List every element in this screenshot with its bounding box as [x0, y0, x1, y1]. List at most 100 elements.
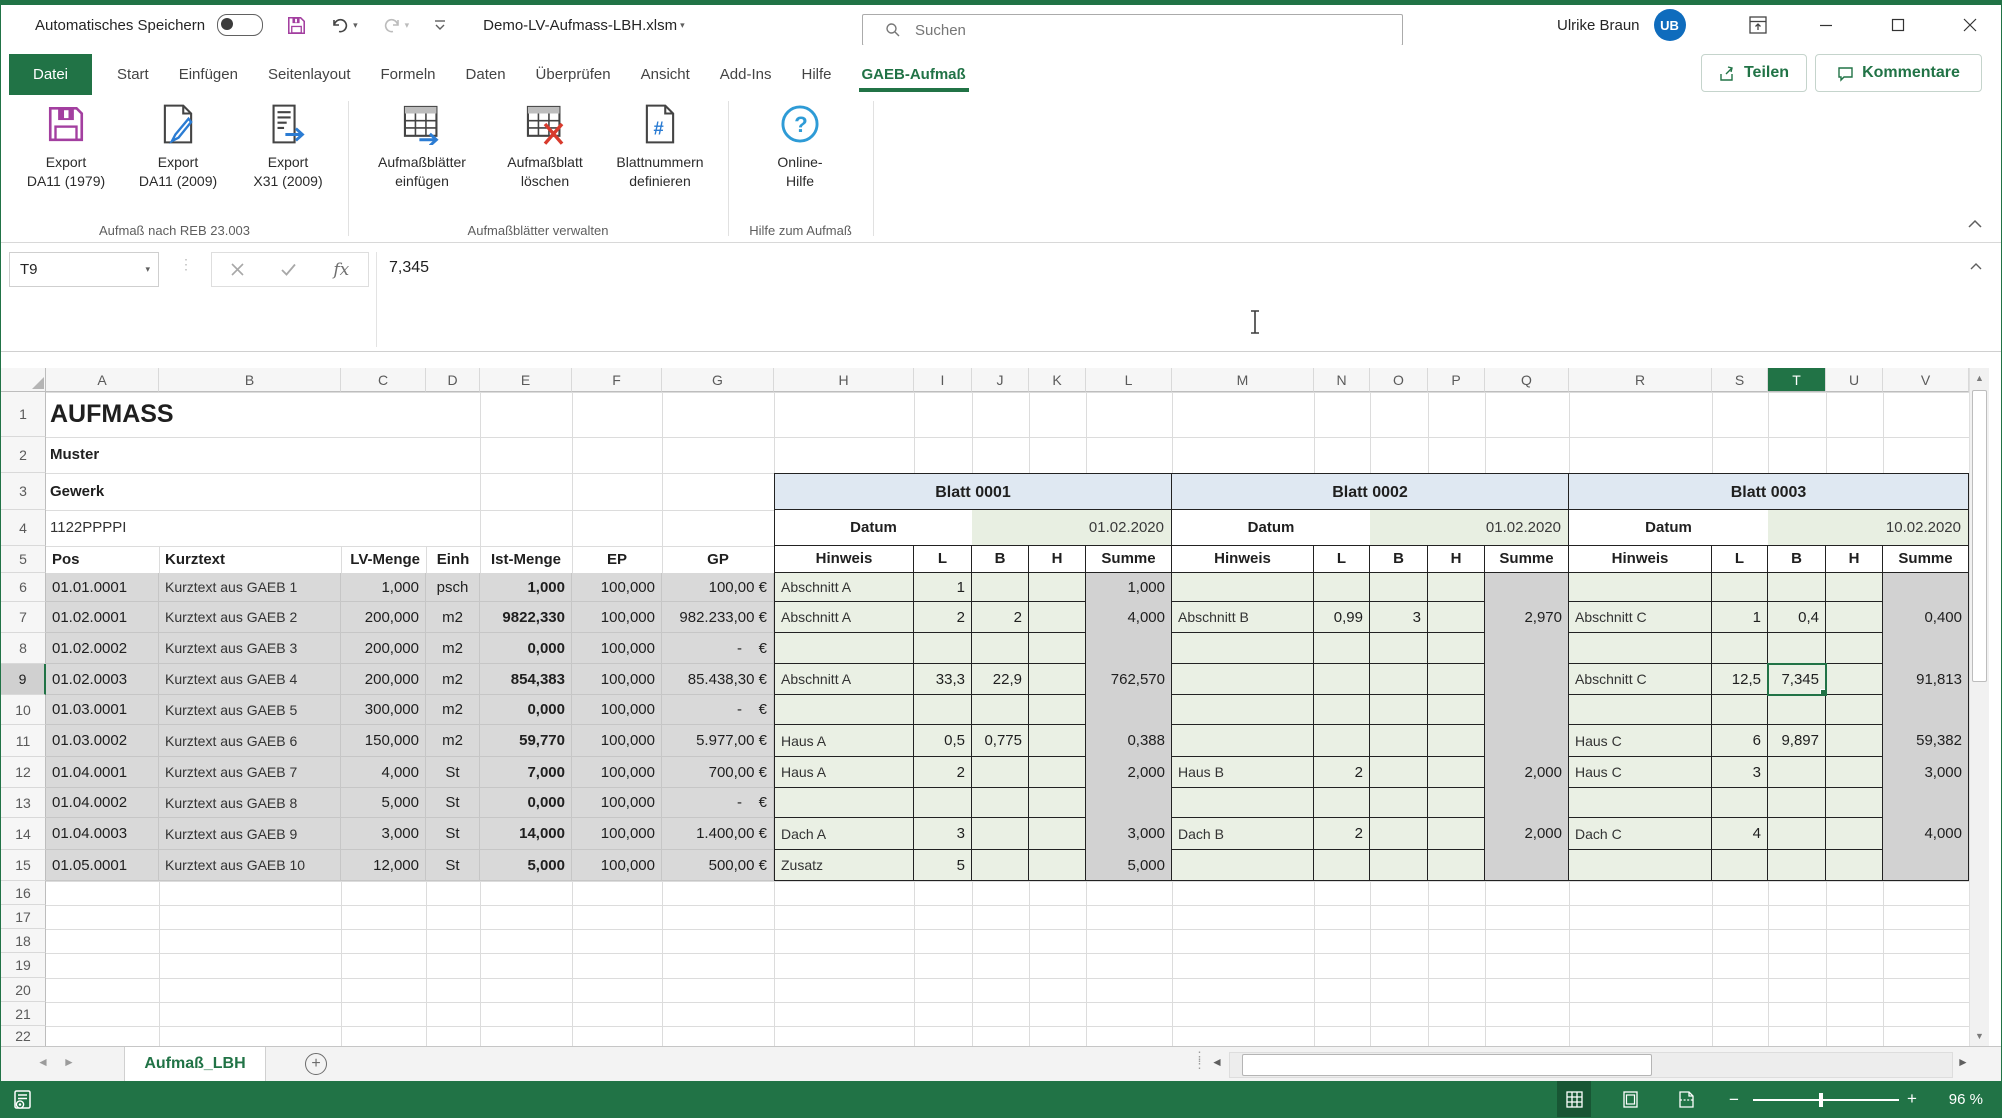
row-header-16[interactable]: 16 [1, 881, 46, 905]
cell-O11[interactable] [1370, 725, 1428, 757]
cell-R7[interactable]: Abschnitt C [1569, 602, 1712, 633]
cell-A5[interactable]: Pos [46, 546, 159, 573]
cell-V14[interactable]: 4,000 [1883, 818, 1969, 850]
autosave-toggle[interactable] [217, 14, 263, 36]
cell-T12[interactable] [1768, 757, 1826, 788]
cell-P7[interactable] [1428, 602, 1485, 633]
cell-N11[interactable] [1314, 725, 1370, 757]
cell-Q12[interactable]: 2,000 [1485, 757, 1569, 788]
cell-T15[interactable] [1768, 850, 1826, 881]
close-button[interactable] [1941, 5, 1999, 45]
cell-S12[interactable]: 3 [1712, 757, 1768, 788]
cell-G8[interactable]: - € [662, 633, 774, 664]
cell-F15[interactable]: 100,000 [572, 850, 662, 881]
col-header-N[interactable]: N [1314, 368, 1370, 392]
search-input[interactable]: Suchen [862, 14, 1403, 46]
cell-T13[interactable] [1768, 788, 1826, 818]
cell-L14[interactable]: 3,000 [1086, 818, 1172, 850]
cell-J14[interactable] [972, 818, 1029, 850]
col-header-P[interactable]: P [1428, 368, 1485, 392]
export-x31-2009-button[interactable]: ExportX31 (2009) [233, 103, 343, 191]
cell-L12[interactable]: 2,000 [1086, 757, 1172, 788]
blatt-2-datum-value[interactable]: 01.02.2020 [1370, 510, 1569, 546]
cell-J11[interactable]: 0,775 [972, 725, 1029, 757]
cell-D7[interactable]: m2 [426, 602, 480, 633]
cell-V11[interactable]: 59,382 [1883, 725, 1969, 757]
cell-I7[interactable]: 2 [914, 602, 972, 633]
cell-G11[interactable]: 5.977,00 € [662, 725, 774, 757]
maximize-button[interactable] [1869, 5, 1927, 45]
collapse-formula-bar-icon[interactable] [1969, 262, 1983, 271]
cell-A9[interactable]: 01.02.0003 [46, 664, 159, 695]
zoom-out-button[interactable]: − [1729, 1090, 1739, 1110]
cell-F13[interactable]: 100,000 [572, 788, 662, 818]
save-icon[interactable] [287, 16, 306, 35]
row-header-14[interactable]: 14 [1, 818, 46, 850]
cell-U14[interactable] [1826, 818, 1883, 850]
cell-K13[interactable] [1029, 788, 1086, 818]
cell-M12[interactable]: Haus B [1172, 757, 1314, 788]
cell-A15[interactable]: 01.05.0001 [46, 850, 159, 881]
cell-B11[interactable]: Kurztext aus GAEB 6 [159, 725, 341, 757]
cell-C5[interactable]: LV-Menge [341, 546, 426, 573]
cell-U7[interactable] [1826, 602, 1883, 633]
cell-M9[interactable] [1172, 664, 1314, 695]
cell-T6[interactable] [1768, 573, 1826, 602]
row-header-21[interactable]: 21 [1, 1002, 46, 1026]
cell-O8[interactable] [1370, 633, 1428, 664]
cell-P15[interactable] [1428, 850, 1485, 881]
name-box-caret[interactable]: ▾ [145, 264, 150, 275]
cell-B5[interactable]: Kurztext [159, 546, 341, 573]
cell-E7[interactable]: 9822,330 [480, 602, 572, 633]
page-break-view-button[interactable] [1669, 1081, 1703, 1118]
cell-V15[interactable] [1883, 850, 1969, 881]
cell-K12[interactable] [1029, 757, 1086, 788]
prev-sheet-icon[interactable]: ◄ [37, 1055, 49, 1069]
col-header-V[interactable]: V [1883, 368, 1969, 392]
cell-L11[interactable]: 0,388 [1086, 725, 1172, 757]
row-header-3[interactable]: 3 [1, 473, 46, 510]
zoom-slider-thumb[interactable] [1819, 1093, 1823, 1107]
cell-G12[interactable]: 700,00 € [662, 757, 774, 788]
horizontal-scrollbar[interactable] [1229, 1052, 1953, 1078]
cell-K11[interactable] [1029, 725, 1086, 757]
hscroll-right-icon[interactable]: ► [1957, 1055, 1969, 1069]
cell-A8[interactable]: 01.02.0002 [46, 633, 159, 664]
cell-A2[interactable]: Muster [50, 437, 350, 473]
cell-J13[interactable] [972, 788, 1029, 818]
cell-A7[interactable]: 01.02.0001 [46, 602, 159, 633]
col-header-M[interactable]: M [1172, 368, 1314, 392]
cell-B8[interactable]: Kurztext aus GAEB 3 [159, 633, 341, 664]
cell-S8[interactable] [1712, 633, 1768, 664]
cell-D8[interactable]: m2 [426, 633, 480, 664]
cell-B9[interactable]: Kurztext aus GAEB 4 [159, 664, 341, 695]
row-header-8[interactable]: 8 [1, 633, 46, 664]
cell-U9[interactable] [1826, 664, 1883, 695]
formula-input[interactable]: 7,345 [376, 252, 1989, 347]
cell-F8[interactable]: 100,000 [572, 633, 662, 664]
cell-E15[interactable]: 5,000 [480, 850, 572, 881]
cell-U8[interactable] [1826, 633, 1883, 664]
cell-N15[interactable] [1314, 850, 1370, 881]
tab-datei[interactable]: Datei [9, 54, 92, 95]
cell-K10[interactable] [1029, 695, 1086, 725]
row-header-5[interactable]: 5 [1, 546, 46, 573]
scroll-down-icon[interactable]: ▼ [1970, 1026, 1989, 1046]
cell-E11[interactable]: 59,770 [480, 725, 572, 757]
cell-H11[interactable]: Haus A [774, 725, 914, 757]
cell-T14[interactable] [1768, 818, 1826, 850]
cell-L6[interactable]: 1,000 [1086, 573, 1172, 602]
cell-A10[interactable]: 01.03.0001 [46, 695, 159, 725]
cell-E10[interactable]: 0,000 [480, 695, 572, 725]
row-header-11[interactable]: 11 [1, 725, 46, 757]
selected-cell-outline[interactable] [1767, 663, 1827, 696]
cell-H9[interactable]: Abschnitt A [774, 664, 914, 695]
cell-O10[interactable] [1370, 695, 1428, 725]
share-button[interactable]: Teilen [1701, 54, 1807, 92]
cell-S10[interactable] [1712, 695, 1768, 725]
cell-C10[interactable]: 300,000 [341, 695, 426, 725]
cell-M13[interactable] [1172, 788, 1314, 818]
cell-H8[interactable] [774, 633, 914, 664]
cell-R12[interactable]: Haus C [1569, 757, 1712, 788]
cell-C8[interactable]: 200,000 [341, 633, 426, 664]
